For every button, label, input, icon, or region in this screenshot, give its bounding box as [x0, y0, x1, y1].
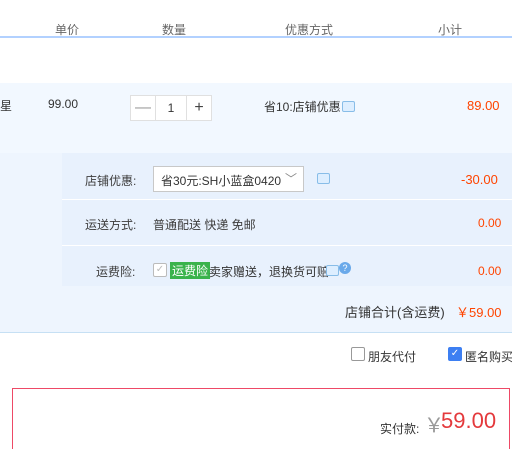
insurance-checkbox[interactable]: ✓ — [153, 263, 167, 277]
chat-icon[interactable] — [317, 173, 330, 184]
shop-discount-amount: -30.00 — [461, 172, 498, 187]
shop-discount-value: 省30元:SH小蓝盒0420 — [161, 174, 282, 188]
insurance-amount: 0.00 — [478, 264, 502, 278]
friend-pay-label[interactable]: 朋友代付 — [368, 348, 416, 365]
chat-icon[interactable] — [326, 265, 339, 276]
quantity-input[interactable]: 1 — [155, 96, 187, 120]
divider — [62, 245, 512, 246]
col-discount: 优惠方式 — [285, 23, 334, 37]
shop-discount-label: 店铺优惠: — [85, 174, 137, 188]
divider — [0, 332, 512, 333]
shop-total-label: 店铺合计(含运费) — [345, 305, 445, 320]
help-icon[interactable]: ? — [339, 262, 351, 274]
shop-total-amount: ￥59.00 — [456, 305, 502, 320]
anonymous-label[interactable]: 匿名购买 — [465, 348, 512, 365]
shipping-label: 运送方式: — [85, 218, 137, 232]
friend-pay-checkbox[interactable] — [351, 347, 365, 361]
insurance-tag: 运费险 — [170, 262, 211, 279]
shipping-method: 普通配送 快递 免邮 — [153, 218, 256, 232]
cart-header: 单价 数量 优惠方式 小计 — [0, 0, 512, 38]
pay-label: 实付款: — [380, 422, 420, 436]
pay-amount: 59.00 — [441, 408, 497, 433]
chat-icon[interactable] — [342, 101, 355, 112]
anonymous-checkbox[interactable]: ✓ — [448, 347, 462, 361]
item-subtotal: 89.00 — [467, 98, 500, 113]
chevron-down-icon: ﹀ — [284, 172, 297, 186]
shop-discount-select[interactable]: 省30元:SH小蓝盒0420 ﹀ — [153, 166, 304, 192]
col-qty: 数量 — [162, 23, 187, 37]
col-price: 单价 — [55, 23, 80, 37]
col-subtotal: 小计 — [438, 23, 463, 37]
plus-button[interactable]: + — [187, 96, 211, 120]
order-item-row — [0, 83, 512, 153]
item-title[interactable]: 星 — [0, 97, 12, 114]
minus-button[interactable]: — — [131, 96, 155, 120]
insurance-label: 运费险: — [96, 265, 136, 279]
divider — [62, 199, 512, 200]
insurance-desc: 卖家赠送，退换货可赔 — [209, 265, 330, 279]
item-price: 99.00 — [48, 97, 79, 111]
quantity-stepper[interactable]: — 1 + — [130, 95, 212, 121]
shipping-amount: 0.00 — [478, 216, 502, 230]
item-promo: 省10:店铺优惠 — [264, 100, 341, 114]
